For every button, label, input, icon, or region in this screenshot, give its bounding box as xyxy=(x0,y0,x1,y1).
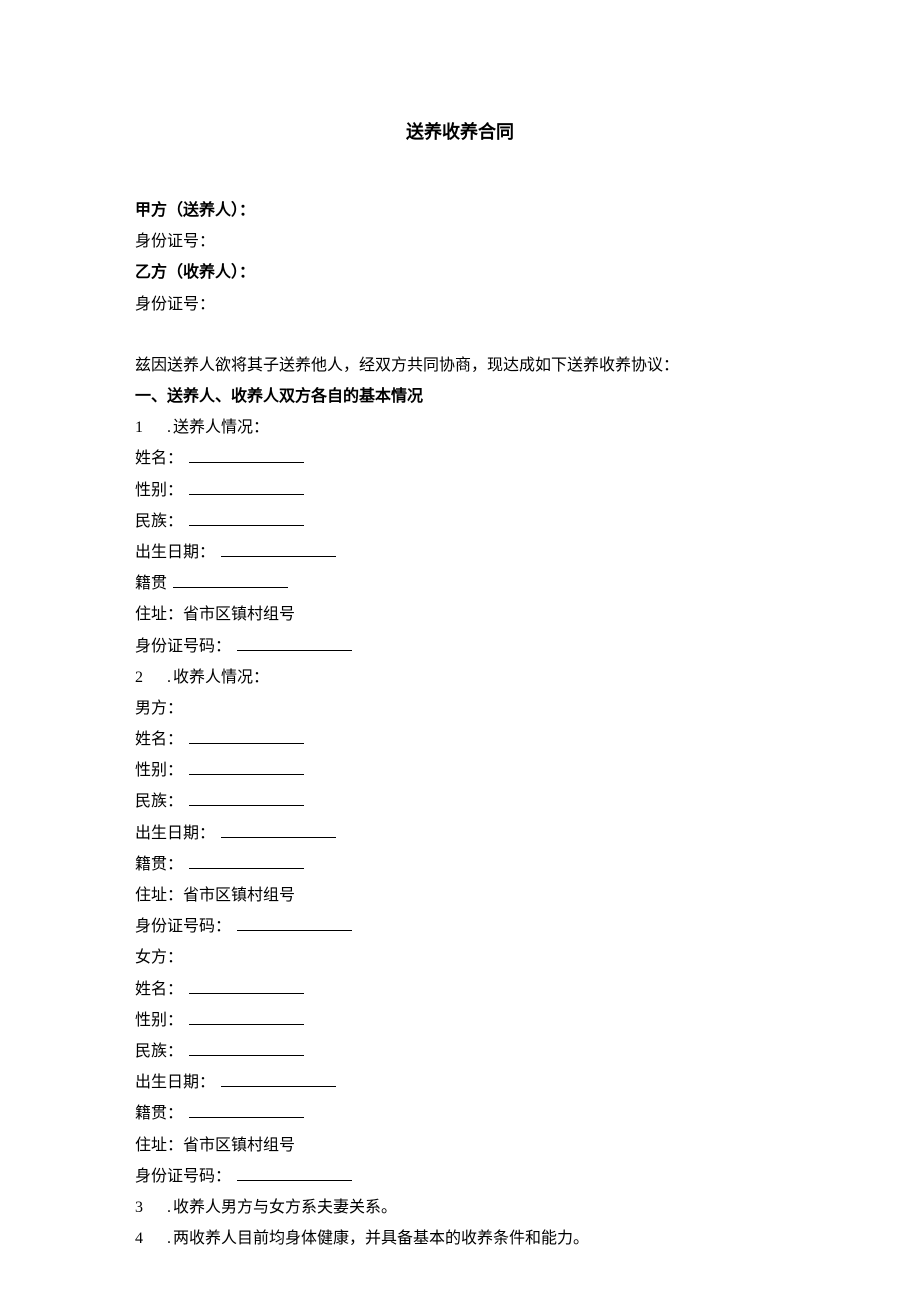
sender-id-label: 身份证号码： xyxy=(135,638,231,655)
adopter-female-ethnicity-label: 民族： xyxy=(135,1043,183,1060)
adopter-female-id-label: 身份证号码： xyxy=(135,1168,231,1185)
party-a-id-label: 身份证号： xyxy=(135,226,785,257)
sender-ethnicity-blank[interactable] xyxy=(189,512,304,526)
item-1-text: 送养人情况： xyxy=(173,419,269,436)
sender-ethnicity-row: 民族： xyxy=(135,506,785,537)
adopter-female-address-row: 住址：省市区镇村组号 xyxy=(135,1130,785,1161)
item-3-dot: . xyxy=(167,1199,171,1216)
adopter-male-name-label: 姓名： xyxy=(135,731,183,748)
adopter-male-dob-blank[interactable] xyxy=(221,824,336,838)
intro-paragraph: 兹因送养人欲将其子送养他人，经双方共同协商，现达成如下送养收养协议： xyxy=(135,350,785,381)
adopter-male-hometown-label: 籍贯： xyxy=(135,856,183,873)
item-3-number: 3 xyxy=(135,1192,151,1223)
adopter-female-hometown-blank[interactable] xyxy=(189,1105,304,1119)
sender-gender-row: 性别： xyxy=(135,475,785,506)
adopter-female-ethnicity-row: 民族： xyxy=(135,1036,785,1067)
item-3-text: 收养人男方与女方系夫妻关系。 xyxy=(173,1199,397,1216)
adopter-female-id-row: 身份证号码： xyxy=(135,1161,785,1192)
item-1-row: 1 .送养人情况： xyxy=(135,412,785,443)
item-2-dot: . xyxy=(167,669,171,686)
sender-address-row: 住址：省市区镇村组号 xyxy=(135,599,785,630)
adopter-female-hometown-row: 籍贯： xyxy=(135,1098,785,1129)
adopter-female-name-blank[interactable] xyxy=(189,980,304,994)
adopter-female-id-blank[interactable] xyxy=(237,1167,352,1181)
adopter-female-dob-label: 出生日期： xyxy=(135,1074,215,1091)
sender-hometown-row: 籍贯 xyxy=(135,568,785,599)
adopter-male-ethnicity-blank[interactable] xyxy=(189,793,304,807)
adopter-male-dob-row: 出生日期： xyxy=(135,818,785,849)
sender-name-blank[interactable] xyxy=(189,450,304,464)
item-1-dot: . xyxy=(167,419,171,436)
item-4-row: 4 .两收养人目前均身体健康，并具备基本的收养条件和能力。 xyxy=(135,1223,785,1254)
sender-name-row: 姓名： xyxy=(135,443,785,474)
adopter-male-hometown-row: 籍贯： xyxy=(135,849,785,880)
sender-hometown-blank[interactable] xyxy=(173,575,288,589)
sender-id-row: 身份证号码： xyxy=(135,631,785,662)
party-b-id-label: 身份证号： xyxy=(135,289,785,320)
sender-name-label: 姓名： xyxy=(135,450,183,467)
adopter-male-id-label: 身份证号码： xyxy=(135,918,231,935)
adopter-male-id-blank[interactable] xyxy=(237,918,352,932)
adopter-male-gender-blank[interactable] xyxy=(189,762,304,776)
document-title: 送养收养合同 xyxy=(135,115,785,150)
adopter-male-hometown-blank[interactable] xyxy=(189,855,304,869)
sender-hometown-label: 籍贯 xyxy=(135,575,167,592)
adopter-female-label: 女方： xyxy=(135,942,785,973)
sender-ethnicity-label: 民族： xyxy=(135,513,183,530)
item-2-number: 2 xyxy=(135,662,151,693)
item-2-row: 2 .收养人情况： xyxy=(135,662,785,693)
adopter-male-name-row: 姓名： xyxy=(135,724,785,755)
sender-id-blank[interactable] xyxy=(237,637,352,651)
adopter-male-dob-label: 出生日期： xyxy=(135,825,215,842)
item-3-row: 3 .收养人男方与女方系夫妻关系。 xyxy=(135,1192,785,1223)
item-2-text: 收养人情况： xyxy=(173,669,269,686)
adopter-female-name-label: 姓名： xyxy=(135,981,183,998)
adopter-female-dob-blank[interactable] xyxy=(221,1074,336,1088)
sender-dob-blank[interactable] xyxy=(221,543,336,557)
sender-gender-blank[interactable] xyxy=(189,481,304,495)
adopter-female-name-row: 姓名： xyxy=(135,974,785,1005)
item-1-number: 1 xyxy=(135,412,151,443)
adopter-male-id-row: 身份证号码： xyxy=(135,911,785,942)
adopter-female-gender-row: 性别： xyxy=(135,1005,785,1036)
adopter-female-gender-blank[interactable] xyxy=(189,1011,304,1025)
adopter-female-ethnicity-blank[interactable] xyxy=(189,1042,304,1056)
adopter-female-dob-row: 出生日期： xyxy=(135,1067,785,1098)
party-b-label: 乙方（收养人）： xyxy=(135,257,785,288)
adopter-male-ethnicity-row: 民族： xyxy=(135,786,785,817)
section-1-heading: 一、送养人、收养人双方各自的基本情况 xyxy=(135,381,785,412)
party-a-label: 甲方（送养人）： xyxy=(135,195,785,226)
adopter-female-gender-label: 性别： xyxy=(135,1012,183,1029)
sender-dob-row: 出生日期： xyxy=(135,537,785,568)
sender-dob-label: 出生日期： xyxy=(135,544,215,561)
item-4-text: 两收养人目前均身体健康，并具备基本的收养条件和能力。 xyxy=(173,1230,589,1247)
adopter-male-address-row: 住址：省市区镇村组号 xyxy=(135,880,785,911)
adopter-male-gender-label: 性别： xyxy=(135,762,183,779)
item-4-dot: . xyxy=(167,1230,171,1247)
adopter-male-ethnicity-label: 民族： xyxy=(135,793,183,810)
item-4-number: 4 xyxy=(135,1223,151,1254)
adopter-female-hometown-label: 籍贯： xyxy=(135,1105,183,1122)
adopter-male-name-blank[interactable] xyxy=(189,731,304,745)
adopter-male-label: 男方： xyxy=(135,693,785,724)
sender-gender-label: 性别： xyxy=(135,482,183,499)
adopter-male-gender-row: 性别： xyxy=(135,755,785,786)
